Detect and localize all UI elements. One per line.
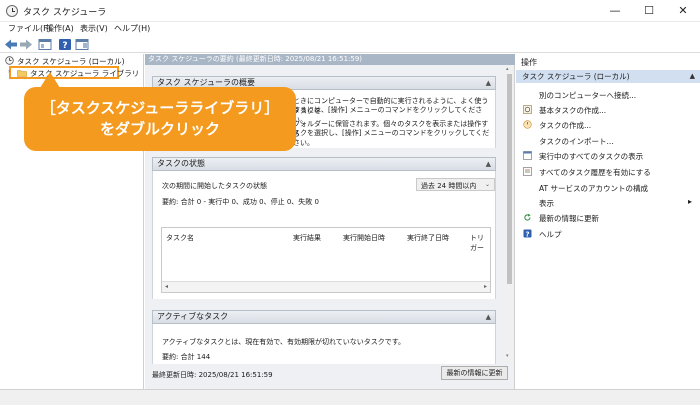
actions-section-label: タスク スケジューラ (ローカル): [522, 72, 630, 81]
expand-chevron-icon[interactable]: ›: [8, 68, 10, 75]
menu-file[interactable]: ファイル(F): [8, 23, 51, 34]
svg-text:?: ?: [525, 230, 529, 238]
period-select[interactable]: 過去 24 時間以内 ⌄: [416, 178, 495, 191]
create-task-icon: [523, 120, 532, 129]
chevron-down-icon: ⌄: [484, 181, 490, 188]
close-button[interactable]: ✕: [666, 0, 700, 22]
active-tasks-section-header[interactable]: アクティブなタスク ▲: [152, 310, 496, 324]
history-icon: [523, 167, 532, 176]
summary-header: タスク スケジューラの要約 (最終更新日時: 2025/08/21 16:51:…: [145, 54, 515, 65]
action-help[interactable]: ヘルプ: [539, 229, 562, 240]
show-hide-tree-icon[interactable]: [38, 38, 52, 51]
overview-line: スクを選択し、[操作] メニューのコマンドをクリックしてください。: [293, 129, 490, 147]
help-icon: ?: [523, 229, 532, 238]
column-header[interactable]: タスク名: [166, 233, 194, 243]
column-header[interactable]: 実行終了日時: [407, 233, 449, 243]
period-label: 次の期間に開始したタスクの状態: [162, 182, 267, 190]
refresh-icon: [524, 213, 531, 221]
menu-action[interactable]: 操作(A): [46, 23, 74, 34]
actions-title: 操作: [521, 58, 537, 67]
maximize-button[interactable]: ☐: [632, 0, 666, 22]
collapse-up-icon[interactable]: ▲: [486, 158, 491, 170]
minimize-button[interactable]: —: [598, 0, 632, 22]
task-status-body: 次の期間に開始したタスクの状態 過去 24 時間以内 ⌄ 要約: 合計 0 - …: [152, 171, 496, 299]
last-updated-text: 最終更新日時: 2025/08/21 16:51:59: [152, 371, 273, 379]
help-toolbar-icon[interactable]: ?: [58, 38, 72, 51]
instruction-callout: ［タスクスケジューラライブラリ］ をダブルクリック: [24, 87, 296, 151]
collapse-up-icon[interactable]: ▲: [486, 77, 491, 89]
clock-icon: [5, 56, 14, 65]
active-tasks-desc: アクティブなタスクとは、現在有効で、有効期限が切れていないタスクです。: [162, 338, 406, 346]
action-enable-history[interactable]: すべてのタスク履歴を有効にする: [539, 167, 651, 178]
task-status-section-header[interactable]: タスクの状態 ▲: [152, 157, 496, 171]
window-title: タスク スケジューラ: [23, 8, 107, 18]
action-view[interactable]: 表示: [539, 198, 554, 209]
scroll-up-icon[interactable]: ▴: [506, 66, 509, 72]
status-bar: [0, 389, 700, 405]
action-refresh[interactable]: 最新の情報に更新: [539, 213, 599, 224]
task-status-title: タスクの状態: [157, 159, 205, 168]
running-tasks-icon: [523, 151, 532, 160]
svg-text:?: ?: [62, 41, 67, 51]
submenu-arrow-icon[interactable]: ▸: [688, 197, 692, 206]
action-create-basic-task[interactable]: 基本タスクの作成...: [539, 105, 606, 116]
actions-section-header[interactable]: タスク スケジューラ (ローカル) ▲: [516, 70, 700, 83]
callout-line-2: をダブルクリック: [99, 120, 220, 138]
action-configure-at-account[interactable]: AT サービスのアカウントの構成: [539, 183, 648, 194]
menu-view[interactable]: 表示(V): [80, 23, 108, 34]
task-status-table: タスク名 実行結果 実行開始日時 実行終了日時 トリガー ◂ ▸: [161, 227, 491, 293]
show-hide-action-pane-icon[interactable]: [75, 38, 89, 51]
toolbar: ?: [0, 36, 700, 53]
action-import-task[interactable]: タスクのインポート...: [539, 136, 614, 147]
collapse-up-icon[interactable]: ▲: [690, 70, 695, 83]
forward-arrow-icon[interactable]: [19, 38, 33, 51]
menu-help[interactable]: ヘルプ(H): [114, 23, 150, 34]
refresh-button[interactable]: 最新の情報に更新: [441, 366, 508, 380]
column-header[interactable]: トリガー: [470, 233, 490, 253]
period-select-value: 過去 24 時間以内: [421, 182, 477, 190]
scroll-down-icon[interactable]: ▾: [506, 353, 509, 359]
active-tasks-title: アクティブなタスク: [157, 312, 229, 321]
action-create-task[interactable]: タスクの作成...: [539, 120, 591, 131]
back-arrow-icon[interactable]: [4, 38, 18, 51]
collapse-up-icon[interactable]: ▲: [486, 311, 491, 323]
status-summary: 要約: 合計 0 - 実行中 0、成功 0、停止 0、失敗 0: [162, 198, 319, 206]
menu-bar: ファイル(F) 操作(A) 表示(V) ヘルプ(H): [0, 22, 700, 36]
callout-line-1: ［タスクスケジューラライブラリ］: [40, 99, 280, 117]
scrollbar-thumb[interactable]: [507, 74, 512, 284]
action-show-running-tasks[interactable]: 実行中のすべてのタスクの表示: [539, 151, 643, 162]
task-scheduler-app-icon: [6, 5, 18, 17]
callout-pointer: [40, 72, 60, 88]
active-tasks-body: アクティブなタスクとは、現在有効で、有効期限が切れていないタスクです。 要約: …: [152, 324, 496, 364]
action-connect-computer[interactable]: 別のコンピューターへ接続...: [539, 90, 636, 101]
overview-title: タスク スケジューラの概要: [157, 78, 255, 87]
basic-task-icon: [523, 105, 532, 114]
horizontal-scrollbar[interactable]: ◂ ▸: [162, 281, 490, 292]
scroll-left-icon[interactable]: ◂: [165, 283, 168, 290]
column-header[interactable]: 実行開始日時: [343, 233, 385, 243]
active-tasks-summary: 要約: 合計 144: [162, 353, 211, 361]
column-header[interactable]: 実行結果: [293, 233, 321, 243]
scroll-right-icon[interactable]: ▸: [484, 283, 487, 290]
folder-icon: [17, 70, 27, 77]
